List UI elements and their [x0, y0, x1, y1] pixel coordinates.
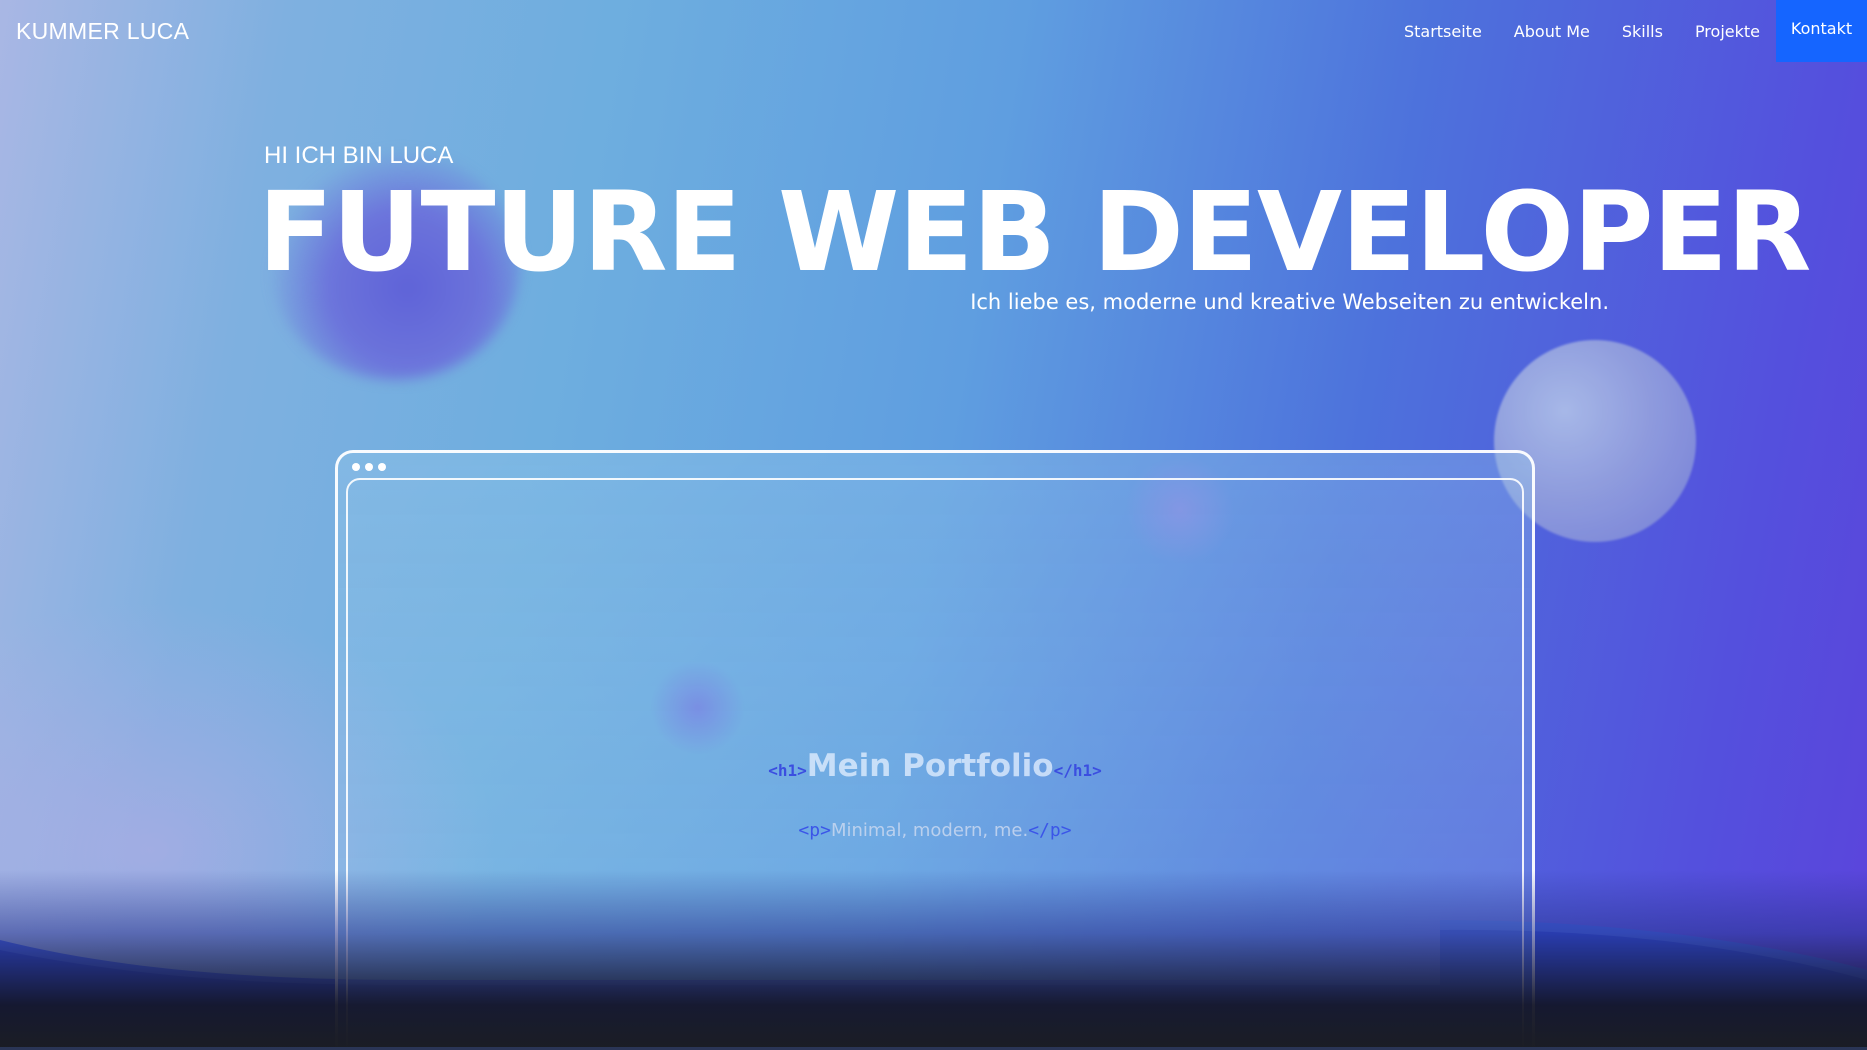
mockup-text: <p>Minimal, modern, me.</p> — [348, 820, 1522, 841]
hero-headline: FUTURE WEB DEVELOPER — [258, 168, 1811, 296]
nav-item-about-me[interactable]: About Me — [1514, 22, 1590, 41]
window-dot-icon — [352, 463, 360, 471]
nav-item-startseite[interactable]: Startseite — [1404, 22, 1482, 41]
hero-greeting: HI ICH BIN LUCA — [264, 142, 454, 169]
window-controls — [352, 463, 391, 471]
nav-item-kontakt-button[interactable]: Kontakt — [1776, 0, 1867, 62]
h1-close-tag: </h1> — [1053, 761, 1102, 780]
nav-item-projekte[interactable]: Projekte — [1695, 22, 1760, 41]
nav-item-skills[interactable]: Skills — [1622, 22, 1663, 41]
mockup-title-text: Mein Portfolio — [806, 748, 1054, 784]
p-open-tag: <p> — [798, 820, 831, 841]
hero-subline: Ich liebe es, moderne und kreative Webse… — [970, 290, 1609, 314]
p-close-tag: </p> — [1028, 820, 1072, 841]
bottom-fade — [0, 870, 1867, 1050]
window-dot-icon — [378, 463, 386, 471]
mockup-title: <h1>Mein Portfolio</h1> — [348, 748, 1522, 784]
mockup-text-content: Minimal, modern, me. — [830, 820, 1029, 841]
h1-open-tag: <h1> — [768, 761, 807, 780]
site-logo[interactable]: KUMMER LUCA — [16, 18, 189, 45]
portfolio-page: KUMMER LUCA Startseite About Me Skills P… — [0, 0, 1867, 1050]
top-navigation: KUMMER LUCA Startseite About Me Skills P… — [0, 0, 1867, 62]
nav-menu: Startseite About Me Skills Projekte Kont… — [1372, 0, 1867, 62]
window-dot-icon — [365, 463, 373, 471]
